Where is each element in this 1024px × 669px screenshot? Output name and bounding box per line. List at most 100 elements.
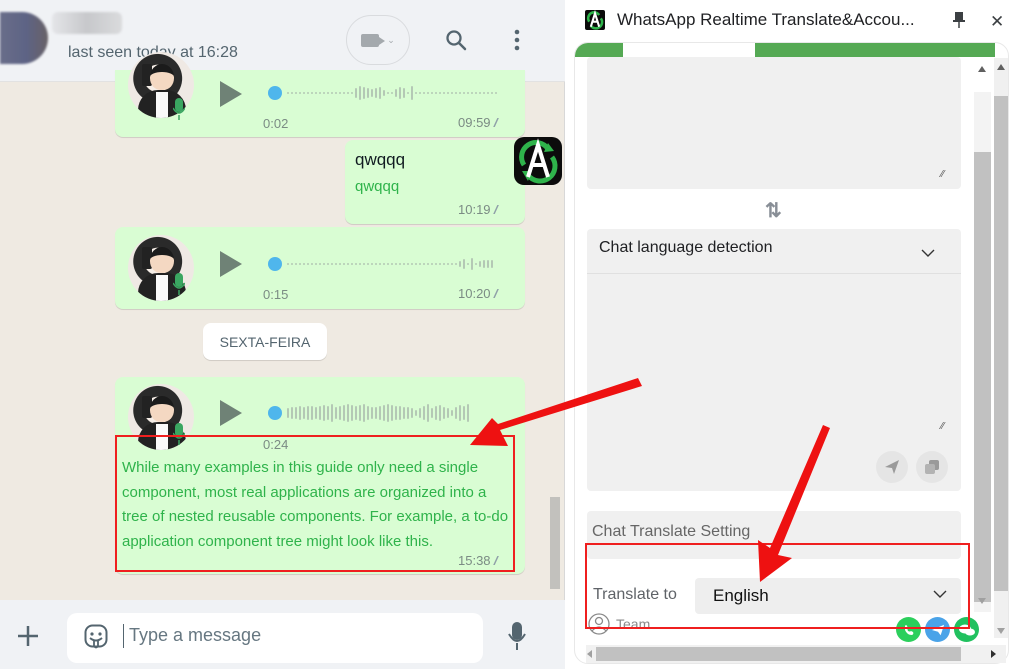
waveform-bar <box>403 88 405 98</box>
waveform-slider[interactable] <box>268 403 469 423</box>
message-time: 10:19// <box>458 202 499 217</box>
waveform-bar <box>355 88 357 98</box>
waveform-bar <box>355 263 357 265</box>
voice-message[interactable]: 0:02 09:59// <box>115 52 525 137</box>
contact-avatar[interactable] <box>0 12 48 64</box>
waveform-bar <box>303 92 305 94</box>
waveform-bar <box>307 406 309 420</box>
scrollbar-thumb[interactable] <box>596 647 961 661</box>
menu-icon[interactable] <box>512 28 522 52</box>
waveform-bar <box>463 406 465 420</box>
message-composer: Type a message <box>0 600 565 669</box>
contact-name-redacted[interactable] <box>52 12 122 34</box>
chevron-down-icon[interactable] <box>921 249 935 258</box>
attach-plus-icon[interactable] <box>16 624 40 648</box>
resize-handle-icon[interactable]: ⁄⁄ <box>941 169 951 180</box>
swap-languages-icon[interactable]: ⇅ <box>765 198 782 223</box>
extension-logo-icon <box>585 10 605 30</box>
waveform-bar <box>455 92 457 94</box>
waveform-bar <box>395 89 397 97</box>
voice-message[interactable]: 0:15 10:20// <box>115 227 525 309</box>
text-message[interactable]: qwqqq qwqqq 10:19// <box>345 140 525 224</box>
play-icon[interactable] <box>220 400 242 426</box>
waveform-bar <box>311 92 313 94</box>
sticker-icon[interactable] <box>84 624 108 650</box>
message-time: 10:20// <box>458 286 499 301</box>
waveform-bar <box>351 263 353 265</box>
voice-record-icon[interactable] <box>508 622 526 650</box>
waveform-bar <box>299 263 301 265</box>
waveform-bar <box>295 407 297 419</box>
waveform-bar <box>347 92 349 94</box>
waveform-bar <box>343 405 345 421</box>
waveform-bar <box>331 92 333 94</box>
playhead-dot[interactable] <box>268 406 282 420</box>
waveform-bar <box>291 407 293 419</box>
waveform-bar <box>371 89 373 97</box>
scroll-down-arrow-icon[interactable] <box>997 628 1005 634</box>
waveform-bar <box>395 263 397 265</box>
waveform-bar <box>339 406 341 420</box>
horizontal-scrollbar[interactable] <box>586 645 1006 663</box>
scroll-down-arrow-icon[interactable] <box>978 598 986 604</box>
chat-scrollbar[interactable] <box>550 497 560 589</box>
waveform-bar <box>487 260 489 268</box>
waveform-bar <box>367 263 369 265</box>
scroll-left-arrow-icon[interactable] <box>587 650 592 658</box>
waveform-bar <box>359 86 361 100</box>
play-icon[interactable] <box>220 251 242 277</box>
waveform-bar <box>287 408 289 418</box>
waveform-bar <box>303 263 305 265</box>
waveform-slider[interactable] <box>268 254 493 274</box>
waveform-bar <box>399 263 401 265</box>
waveform-bar <box>287 92 289 94</box>
chevron-down-icon: ⌄ <box>387 34 395 45</box>
video-call-button[interactable]: ⌄ <box>346 15 410 65</box>
waveform-bar <box>323 263 325 265</box>
waveform-bar <box>431 408 433 418</box>
translate-extension-button[interactable] <box>514 137 562 185</box>
scroll-up-arrow-icon[interactable] <box>997 64 1005 70</box>
waveform-bar <box>327 263 329 265</box>
waveform-bar <box>319 92 321 94</box>
waveform-bar <box>423 263 425 265</box>
playhead-dot[interactable] <box>268 86 282 100</box>
message-time: 09:59// <box>458 115 499 130</box>
inner-vertical-scrollbar[interactable] <box>974 66 991 612</box>
resize-handle-icon[interactable]: ⁄⁄ <box>941 421 951 432</box>
outer-vertical-scrollbar[interactable] <box>994 58 1008 638</box>
waveform-bar <box>371 407 373 419</box>
source-text-area[interactable]: ⁄⁄ <box>587 57 961 189</box>
waveform-bar <box>407 407 409 419</box>
scroll-up-arrow-icon[interactable] <box>978 66 986 72</box>
scroll-right-arrow-icon[interactable] <box>991 650 996 658</box>
message-translation: qwqqq <box>355 178 400 195</box>
waveform-bar <box>419 408 421 418</box>
playhead-dot[interactable] <box>268 257 282 271</box>
send-button[interactable] <box>876 451 908 483</box>
pin-icon[interactable] <box>952 12 966 28</box>
message-input-placeholder[interactable]: Type a message <box>129 625 261 646</box>
waveform-bar <box>291 92 293 94</box>
play-icon[interactable] <box>220 81 242 107</box>
waveform-bar <box>347 263 349 265</box>
waveform-bar <box>379 87 381 99</box>
waveform-bar <box>423 92 425 94</box>
waveform-bar <box>447 92 449 94</box>
waveform-slider[interactable] <box>268 83 497 103</box>
waveform-bar <box>459 405 461 421</box>
waveform-bar <box>467 263 469 265</box>
waveform-bar <box>447 408 449 418</box>
waveform-bar <box>471 258 473 270</box>
waveform-bar <box>299 406 301 420</box>
detection-label: Chat language detection <box>599 239 773 256</box>
waveform-bar <box>487 92 489 94</box>
scrollbar-thumb[interactable] <box>974 152 991 602</box>
search-icon[interactable] <box>444 28 468 52</box>
waveform-bar <box>319 263 321 265</box>
waveform-bar <box>375 263 377 265</box>
scrollbar-thumb[interactable] <box>994 96 1008 591</box>
waveform-bar <box>443 263 445 265</box>
close-icon[interactable]: ✕ <box>990 12 1004 32</box>
copy-button[interactable] <box>916 451 948 483</box>
